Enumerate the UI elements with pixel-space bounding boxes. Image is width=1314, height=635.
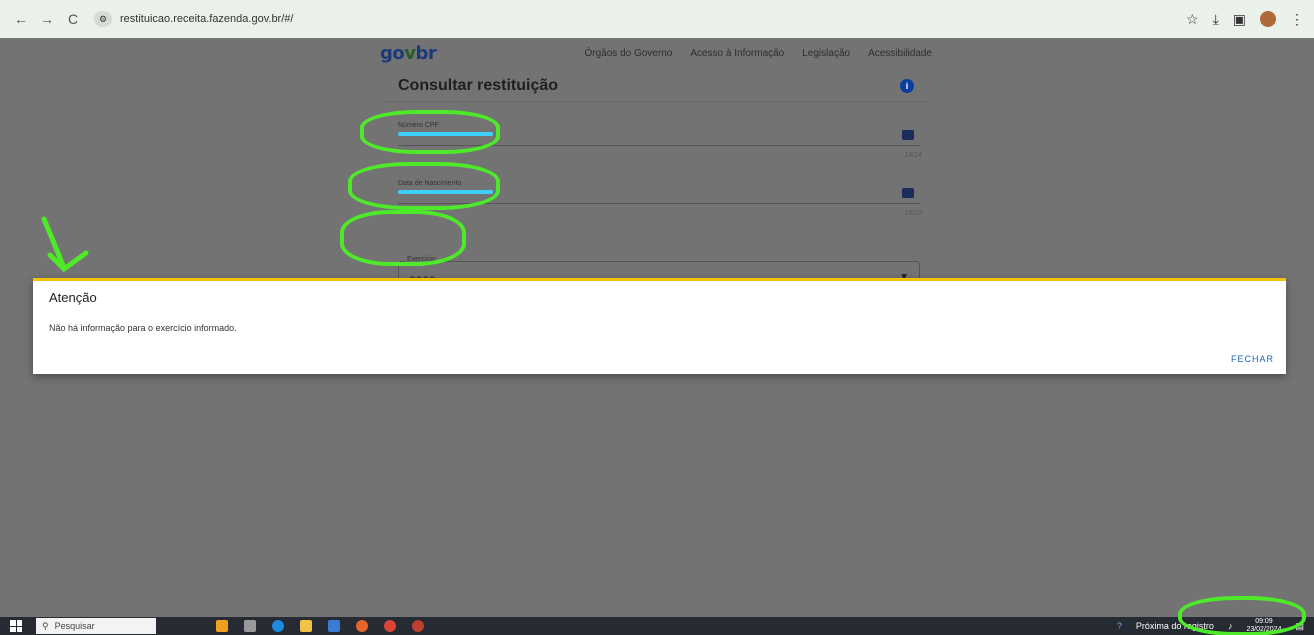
govbr-logo[interactable]: govbr [380,43,437,64]
back-button[interactable]: ← [10,8,32,30]
side-panel-icon[interactable]: ▣ [1233,11,1246,28]
cpf-counter: 14/14 [904,152,922,159]
annotation-circle-clock [1178,596,1306,635]
forward-button[interactable]: → [36,8,58,30]
firefox-icon[interactable] [356,620,368,632]
annotation-circle-cpf [360,110,500,154]
site-info-icon[interactable]: ⚙ [94,11,112,27]
close-button[interactable]: FECHAR [1231,354,1274,364]
birth-counter: 10/10 [904,210,922,217]
task-view-icon[interactable] [244,620,256,632]
reload-button[interactable]: C [62,8,84,30]
bookmark-star-icon[interactable]: ☆ [1186,11,1199,28]
search-icon: ⚲ [42,620,49,631]
page-title: Consultar restituição [398,76,559,94]
annotation-circle-year [340,210,466,266]
edge-icon[interactable] [272,620,284,632]
annotation-circle-birth [348,162,500,210]
info-icon[interactable]: i [900,78,914,93]
menu-icon[interactable]: ⋮ [1290,11,1304,28]
annotation-arrow-icon [41,216,89,273]
file-explorer-icon[interactable] [300,620,312,632]
taskbar: ⚲ Pesquisar ? Próxima do registro ♪ 09:0… [0,617,1314,635]
link-acessibilidade[interactable]: Acessibilidade [868,48,932,59]
link-orgaos[interactable]: Órgãos do Governo [584,48,672,59]
url-text: restituicao.receita.fazenda.gov.br/#/ [120,13,294,25]
profile-avatar[interactable] [1260,11,1276,27]
dialog-title: Atenção [49,290,97,305]
taskbar-search[interactable]: ⚲ Pesquisar [36,618,156,634]
link-legislacao[interactable]: Legislação [802,48,850,59]
calendar-icon[interactable] [902,188,914,198]
widget-icon[interactable] [216,620,228,632]
link-acesso[interactable]: Acesso à Informação [690,48,784,59]
dialog-message: Não há informação para o exercício infor… [49,323,237,333]
store-icon[interactable] [328,620,340,632]
chrome-icon[interactable] [384,620,396,632]
browser-toolbar: ← → C ⚙ restituicao.receita.fazenda.gov.… [0,0,1314,38]
search-placeholder: Pesquisar [54,621,95,631]
chrome-profile-icon[interactable] [412,620,424,632]
download-icon[interactable]: ⤓ [1213,11,1219,28]
address-bar[interactable]: ⚙ restituicao.receita.fazenda.gov.br/#/ [94,7,293,31]
windows-start-icon[interactable] [10,620,22,632]
keyboard-icon[interactable] [902,130,914,140]
help-icon[interactable]: ? [1117,621,1122,631]
alert-dialog: Atenção Não há informação para o exercíc… [33,278,1286,374]
gov-header: govbr Órgãos do Governo Acesso à Informa… [380,38,932,68]
